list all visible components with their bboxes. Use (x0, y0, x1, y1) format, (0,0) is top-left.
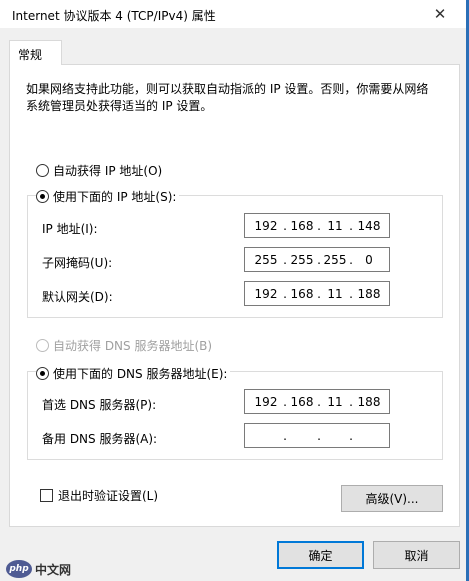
subnet-mask-field[interactable]: 255 . 255 . 255 . 0 (244, 247, 390, 272)
radio-auto-ip[interactable]: 自动获得 IP 地址(O) (36, 162, 162, 179)
radio-auto-ip-label: 自动获得 IP 地址(O) (53, 164, 163, 178)
alternate-dns-field[interactable]: . . . (244, 423, 390, 448)
gateway-field[interactable]: 192 . 168 . 11 . 188 (244, 281, 390, 306)
ip-address-field[interactable]: 192 . 168 . 11 . 148 (244, 213, 390, 238)
radio-auto-dns-label: 自动获得 DNS 服务器地址(B) (53, 339, 213, 353)
gateway-octet-4: 188 (357, 287, 381, 301)
ip-address-octet-3: 11 (327, 219, 343, 233)
ip-address-label: IP 地址(I): (42, 222, 98, 236)
subnet-octet-1: 255 (254, 253, 278, 267)
preferred-dns-octet-2: 168 (290, 395, 314, 409)
radio-manual-dns-label: 使用下面的 DNS 服务器地址(E): (53, 367, 228, 381)
radio-auto-dns-indicator (36, 339, 49, 352)
preferred-dns-octet-1: 192 (254, 395, 278, 409)
preferred-dns-octet-4: 188 (357, 395, 381, 409)
window-title: Internet 协议版本 4 (TCP/IPv4) 属性 (12, 9, 216, 23)
gateway-octet-3: 11 (327, 287, 343, 301)
radio-manual-ip-indicator (36, 190, 49, 203)
subnet-octet-3: 255 (323, 253, 347, 267)
title-bar[interactable]: Internet 协议版本 4 (TCP/IPv4) 属性 ✕ (0, 0, 466, 28)
radio-manual-dns-indicator (36, 367, 49, 380)
description-text: 如果网络支持此功能，则可以获取自动指派的 IP 设置。否则，你需要从网络系统管理… (26, 82, 429, 113)
subnet-octet-2: 255 (290, 253, 314, 267)
ip-address-octet-4: 148 (357, 219, 381, 233)
watermark: php 中文网 (6, 560, 71, 578)
validate-on-exit-checkbox[interactable]: 退出时验证设置(L) (40, 487, 158, 504)
gateway-label: 默认网关(D): (42, 290, 113, 304)
ok-button[interactable]: 确定 (277, 541, 364, 569)
ip-address-octet-2: 168 (290, 219, 314, 233)
radio-auto-dns: 自动获得 DNS 服务器地址(B) (36, 337, 212, 354)
octet-dot: . (317, 429, 321, 443)
gateway-octet-1: 192 (254, 287, 278, 301)
preferred-dns-octet-3: 11 (327, 395, 343, 409)
advanced-button[interactable]: 高级(V)... (341, 485, 443, 512)
octet-dot: . (283, 429, 287, 443)
radio-auto-ip-indicator (36, 164, 49, 177)
subnet-mask-label: 子网掩码(U): (42, 256, 113, 270)
preferred-dns-label: 首选 DNS 服务器(P): (42, 398, 157, 412)
ip-address-octet-1: 192 (254, 219, 278, 233)
validate-on-exit-label: 退出时验证设置(L) (58, 489, 159, 503)
subnet-octet-4: 0 (365, 253, 373, 267)
radio-manual-ip-label: 使用下面的 IP 地址(S): (53, 190, 177, 204)
preferred-dns-field[interactable]: 192 . 168 . 11 . 188 (244, 389, 390, 414)
php-logo: php (6, 560, 32, 578)
dialog-window: Internet 协议版本 4 (TCP/IPv4) 属性 ✕ 常规 如果网络支… (0, 0, 469, 581)
watermark-text: 中文网 (35, 562, 72, 577)
alternate-dns-label: 备用 DNS 服务器(A): (42, 432, 158, 446)
close-icon[interactable]: ✕ (420, 2, 460, 26)
gateway-octet-2: 168 (290, 287, 314, 301)
cancel-button[interactable]: 取消 (373, 541, 460, 569)
radio-manual-dns[interactable]: 使用下面的 DNS 服务器地址(E): (36, 365, 231, 382)
tab-general[interactable]: 常规 (9, 40, 62, 65)
octet-dot: . (349, 429, 353, 443)
checkbox-indicator (40, 489, 53, 502)
radio-manual-ip[interactable]: 使用下面的 IP 地址(S): (36, 188, 180, 205)
